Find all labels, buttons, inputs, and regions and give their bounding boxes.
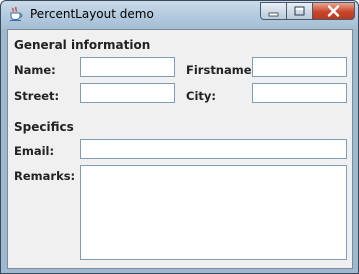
close-icon	[327, 5, 340, 17]
email-label: Email:	[14, 144, 55, 158]
email-field[interactable]	[80, 139, 347, 159]
name-field[interactable]	[80, 57, 175, 77]
specifics-heading: Specifics	[14, 120, 74, 134]
minimize-icon	[268, 12, 279, 17]
client-area: General information Name: Firstname: Str…	[7, 29, 353, 269]
city-field[interactable]	[252, 83, 347, 103]
window-title: PercentLayout demo	[30, 7, 154, 21]
firstname-label: Firstname:	[186, 63, 257, 77]
street-field[interactable]	[80, 83, 175, 103]
general-information-heading: General information	[14, 38, 151, 52]
java-cup-icon[interactable]	[8, 6, 24, 22]
maximize-button[interactable]	[286, 2, 313, 20]
remarks-textarea[interactable]	[80, 165, 347, 260]
minimize-button[interactable]	[260, 2, 287, 20]
maximize-icon	[294, 6, 305, 16]
firstname-field[interactable]	[252, 57, 347, 77]
city-label: City:	[186, 89, 216, 103]
street-label: Street:	[14, 89, 60, 103]
name-label: Name:	[14, 63, 56, 77]
close-button[interactable]	[312, 2, 355, 20]
app-window: PercentLayout demo General information N…	[0, 0, 359, 274]
title-bar[interactable]: PercentLayout demo	[1, 1, 358, 27]
remarks-label: Remarks:	[14, 169, 76, 183]
